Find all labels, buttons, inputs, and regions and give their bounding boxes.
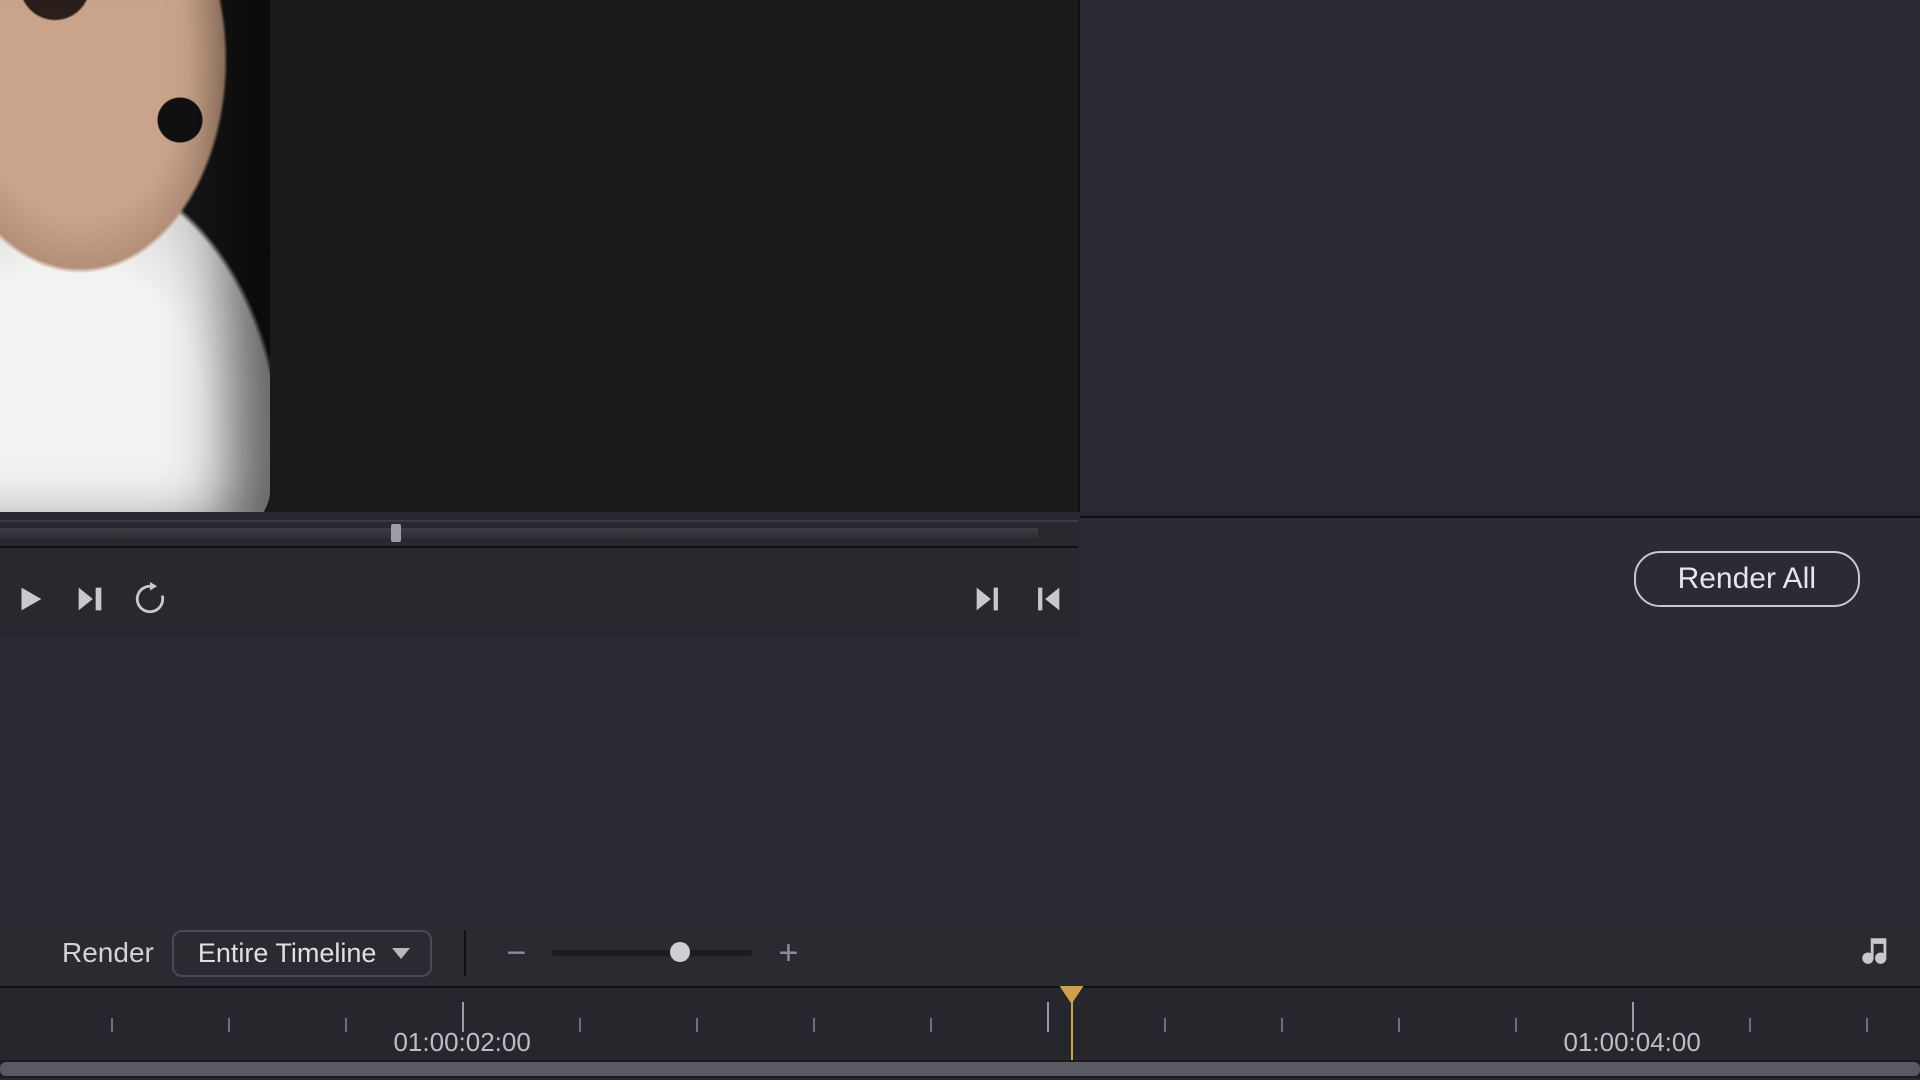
- preview-viewer[interactable]: [0, 0, 1078, 512]
- ruler-tick-minor: [1515, 1018, 1517, 1032]
- render-label: Render: [62, 937, 154, 969]
- viewer-row: [0, 0, 1920, 512]
- transport-bar: [0, 560, 1078, 640]
- ruler-tick-minor: [228, 1018, 230, 1032]
- viewer-scrubber-handle[interactable]: [391, 524, 401, 542]
- timeline-hscroll-thumb[interactable]: [0, 1062, 1920, 1076]
- timeline-empty-area: [0, 638, 1920, 922]
- timeline-hscroll[interactable]: [0, 1060, 1920, 1078]
- chevron-down-icon: [392, 948, 410, 959]
- ruler-tick-minor: [1398, 1018, 1400, 1032]
- side-panel: [1078, 0, 1920, 512]
- ruler-tick-minor: [696, 1018, 698, 1032]
- loop-button[interactable]: [120, 569, 180, 629]
- timeline-header: Render Entire Timeline − +: [0, 920, 1920, 988]
- zoom-slider[interactable]: [552, 950, 752, 956]
- render-all-button[interactable]: Render All: [1634, 551, 1860, 607]
- play-button[interactable]: [0, 569, 60, 629]
- ruler-tick-minor: [111, 1018, 113, 1032]
- render-queue-bar: Render All: [1080, 516, 1920, 642]
- viewer-scrubber-track: [0, 528, 1038, 538]
- music-note-icon: [1858, 934, 1892, 968]
- timeline-zoom: − +: [498, 935, 806, 971]
- ruler-tick-minor: [345, 1018, 347, 1032]
- play-icon: [13, 582, 47, 616]
- ruler-tick-minor: [579, 1018, 581, 1032]
- render-scope-select[interactable]: Entire Timeline: [172, 930, 433, 977]
- jump-end-icon: [971, 582, 1005, 616]
- ruler-tick-major: [1047, 1002, 1049, 1032]
- zoom-slider-thumb[interactable]: [670, 942, 690, 962]
- ruler-tick-minor: [813, 1018, 815, 1032]
- timeline-ruler[interactable]: 01:00:02:00 01:00:04:00: [0, 988, 1920, 1058]
- zoom-out-button[interactable]: −: [498, 935, 534, 971]
- audio-toggle-button[interactable]: [1858, 934, 1892, 973]
- loop-icon: [133, 582, 167, 616]
- viewer-scrubber[interactable]: [0, 520, 1078, 548]
- video-frame: [0, 0, 270, 512]
- ruler-tick-minor: [1866, 1018, 1868, 1032]
- ruler-tick-minor: [1164, 1018, 1166, 1032]
- zoom-in-button[interactable]: +: [770, 935, 806, 971]
- ruler-timecode: 01:00:04:00: [1563, 1027, 1700, 1058]
- next-frame-icon: [73, 582, 107, 616]
- render-scope-value: Entire Timeline: [198, 938, 377, 969]
- ruler-tick-minor: [930, 1018, 932, 1032]
- jump-end-button[interactable]: [958, 569, 1018, 629]
- divider: [464, 930, 466, 976]
- ruler-tick-minor: [1281, 1018, 1283, 1032]
- jump-start-button[interactable]: [1018, 569, 1078, 629]
- next-frame-button[interactable]: [60, 569, 120, 629]
- ruler-tick-minor: [1749, 1018, 1751, 1032]
- jump-start-icon: [1031, 582, 1065, 616]
- ruler-timecode: 01:00:02:00: [393, 1027, 530, 1058]
